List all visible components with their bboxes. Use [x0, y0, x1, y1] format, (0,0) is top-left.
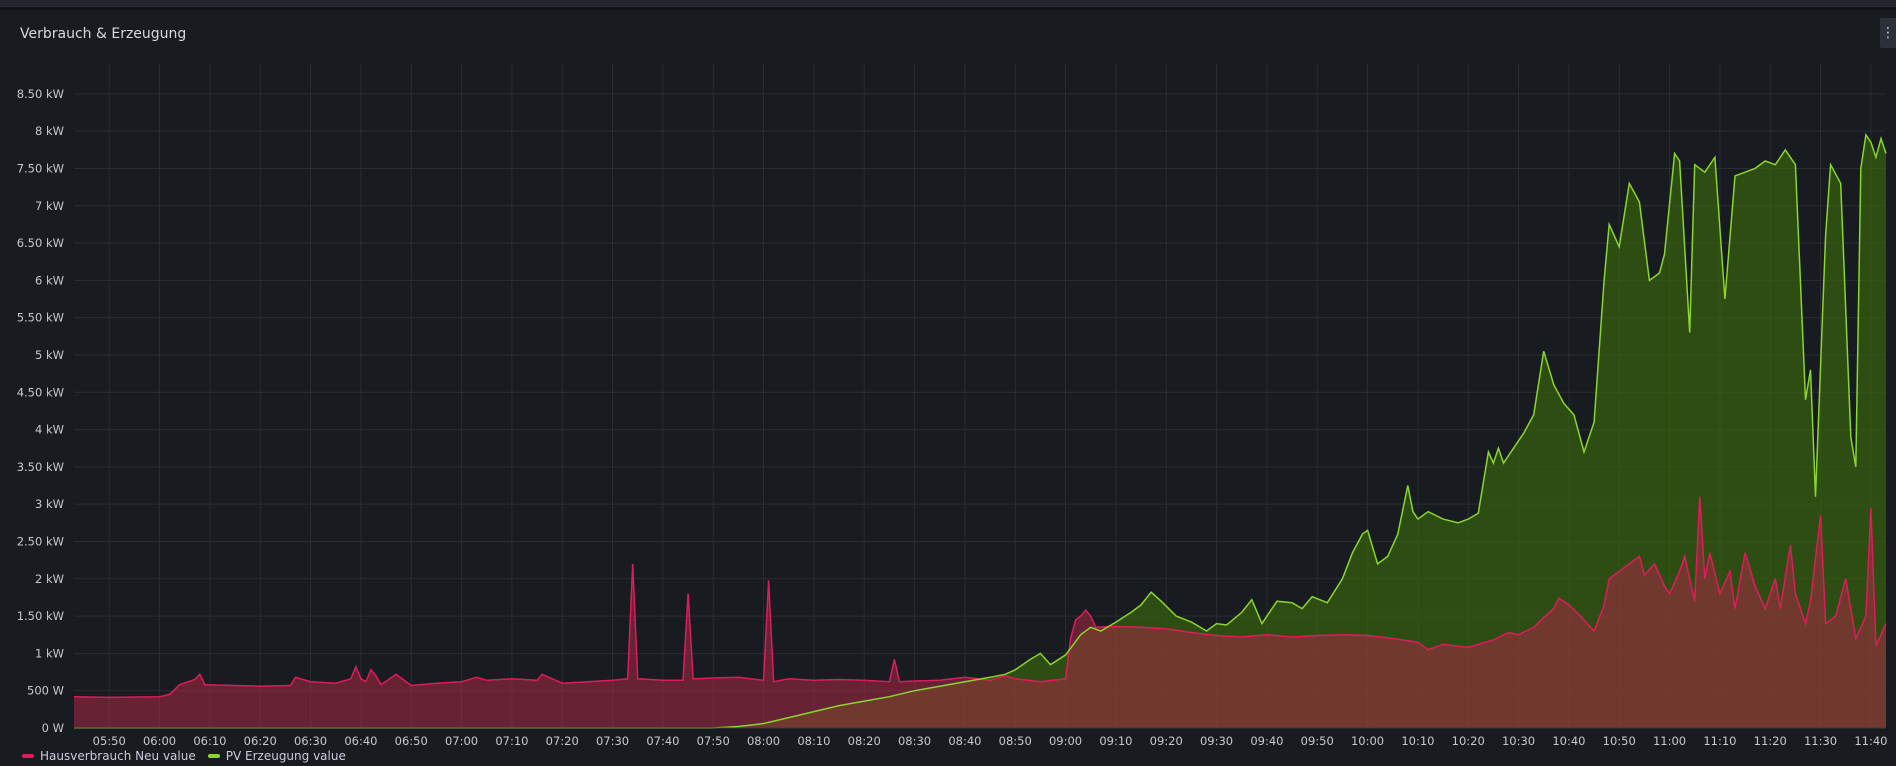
x-tick-label: 10:10	[1401, 734, 1434, 748]
x-tick-label: 11:40	[1854, 734, 1887, 748]
y-tick-label: 5.50 kW	[17, 311, 64, 325]
x-tick-label: 10:40	[1552, 734, 1585, 748]
x-tick-label: 07:20	[546, 734, 579, 748]
x-tick-label: 06:50	[395, 734, 428, 748]
x-tick-label: 10:00	[1351, 734, 1384, 748]
legend-swatch-pv	[207, 754, 220, 758]
x-tick-label: 11:10	[1703, 734, 1736, 748]
y-tick-label: 8 kW	[35, 124, 64, 138]
x-tick-label: 11:00	[1653, 734, 1686, 748]
x-tick-label: 09:20	[1150, 734, 1183, 748]
x-tick-label: 09:30	[1200, 734, 1233, 748]
y-tick-label: 7.50 kW	[17, 161, 64, 175]
x-tick-label: 07:10	[495, 734, 528, 748]
legend-item-pv[interactable]: PV Erzeugung value	[207, 749, 346, 763]
x-tick-label: 08:20	[848, 734, 881, 748]
x-tick-label: 08:00	[747, 734, 780, 748]
x-tick-label: 07:00	[445, 734, 478, 748]
y-tick-label: 1.50 kW	[17, 609, 64, 623]
x-tick-label: 08:10	[797, 734, 830, 748]
x-tick-label: 10:20	[1452, 734, 1485, 748]
x-tick-label: 11:30	[1804, 734, 1837, 748]
x-tick-label: 11:20	[1754, 734, 1787, 748]
y-tick-label: 8.50 kW	[17, 87, 64, 101]
x-tick-label: 10:30	[1502, 734, 1535, 748]
y-tick-label: 500 W	[27, 684, 64, 698]
x-tick-label: 07:30	[596, 734, 629, 748]
x-tick-label: 06:10	[193, 734, 226, 748]
x-tick-label: 08:50	[999, 734, 1032, 748]
y-tick-label: 5 kW	[35, 348, 64, 362]
legend-label-pv: PV Erzeugung value	[225, 749, 346, 763]
y-tick-label: 4 kW	[35, 423, 64, 437]
y-tick-label: 3.50 kW	[17, 460, 64, 474]
legend-item-house[interactable]: Hausverbrauch Neu value	[22, 749, 196, 763]
x-tick-label: 06:00	[143, 734, 176, 748]
x-tick-label: 06:40	[344, 734, 377, 748]
y-tick-label: 0 W	[42, 721, 64, 735]
y-tick-label: 1 kW	[35, 646, 64, 660]
time-series-chart: 0 W 500 W 1 kW 1.50 kW 2 kW 2.50 kW 3 kW 3.50 k…	[17, 64, 1887, 748]
x-tick-label: 05:50	[93, 734, 126, 748]
y-tick-label: 6.50 kW	[17, 236, 64, 250]
y-tick-label: 7 kW	[35, 199, 64, 213]
x-tick-label: 08:40	[948, 734, 981, 748]
legend-swatch-house	[22, 754, 34, 758]
y-tick-label: 3 kW	[35, 497, 64, 511]
y-tick-label: 4.50 kW	[17, 385, 64, 399]
x-tick-label: 07:50	[697, 734, 730, 748]
x-tick-label: 09:00	[1049, 734, 1082, 748]
chart-legend: Hausverbrauch Neu value PV Erzeugung val…	[22, 749, 346, 763]
y-tick-label: 2.50 kW	[17, 534, 64, 548]
x-tick-label: 09:40	[1250, 734, 1283, 748]
x-tick-label: 10:50	[1603, 734, 1636, 748]
x-tick-label: 06:20	[244, 734, 277, 748]
y-tick-label: 6 kW	[35, 273, 64, 287]
x-tick-label: 06:30	[294, 734, 327, 748]
x-tick-label: 09:10	[1099, 734, 1132, 748]
x-tick-label: 07:40	[646, 734, 679, 748]
y-tick-label: 2 kW	[35, 572, 64, 586]
x-tick-label: 08:30	[898, 734, 931, 748]
x-tick-label: 09:50	[1301, 734, 1334, 748]
legend-label-house: Hausverbrauch Neu value	[40, 749, 196, 763]
